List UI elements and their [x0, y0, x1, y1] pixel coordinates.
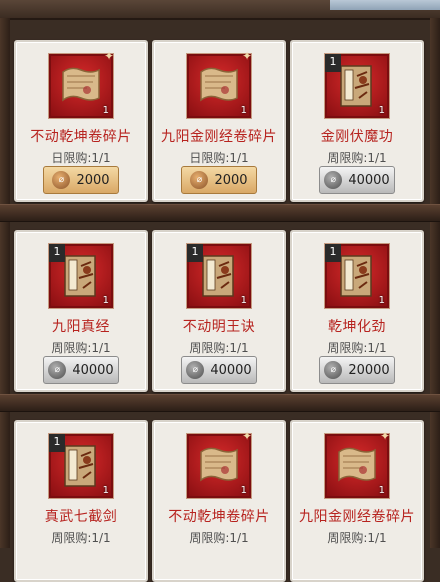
fragment-puzzle-icon: ✦: [380, 429, 391, 443]
shop-item-card[interactable]: 1 1 金刚伏魔功 周限购:1/1 ⌀ 40000: [290, 40, 424, 202]
shop-item-card[interactable]: ✦ 1 九阳金刚经卷碎片 日限购:1/1 ⌀ 2000: [152, 40, 286, 202]
scroll-fragment-icon: [200, 447, 238, 482]
shop-item-card[interactable]: ✦ 1 不动乾坤卷碎片 日限购:1/1 ⌀ 2000: [14, 40, 148, 202]
purchase-limit: 周限购:1/1: [327, 531, 387, 545]
buy-button[interactable]: ⌀ 2000: [181, 166, 257, 194]
fragment-puzzle-icon: ✦: [242, 429, 253, 443]
shop-item-card[interactable]: ✦ 1 九阳金刚经卷碎片 周限购:1/1: [290, 420, 424, 582]
item-icon-frame[interactable]: 11: [325, 54, 389, 118]
gold-coin-icon: ⌀: [190, 171, 209, 189]
item-icon-frame[interactable]: ✦ 1: [187, 430, 252, 498]
purchase-limit: 日限购:1/1: [189, 151, 249, 165]
top-frame: [0, 0, 440, 20]
item-icon-frame[interactable]: 11: [325, 244, 389, 308]
item-level-badge: 1: [187, 244, 203, 262]
buy-button[interactable]: ⌀ 40000: [43, 356, 119, 384]
scroll-fragment-icon: [200, 67, 238, 102]
item-name: 真武七截剑: [44, 509, 118, 525]
left-frame: [0, 18, 10, 548]
gold-coin-icon: ⌀: [52, 171, 71, 189]
item-quantity: 1: [240, 485, 247, 496]
item-quantity: 1: [102, 105, 109, 116]
item-quantity: 1: [378, 485, 385, 496]
price-value: 40000: [210, 362, 252, 378]
item-name: 不动乾坤卷碎片: [30, 129, 132, 145]
item-quantity: 1: [378, 295, 385, 306]
item-icon-frame[interactable]: ✦ 1: [325, 430, 390, 498]
item-quantity: 1: [240, 295, 247, 306]
right-frame: [430, 18, 440, 548]
purchase-limit: 周限购:1/1: [327, 151, 387, 165]
purchase-limit: 周限购:1/1: [51, 341, 111, 355]
fragment-puzzle-icon: ✦: [104, 49, 115, 63]
item-name: 乾坤化劲: [328, 319, 386, 335]
purchase-limit: 周限购:1/1: [327, 341, 387, 355]
price-value: 2000: [76, 172, 110, 188]
buy-button[interactable]: ⌀ 40000: [181, 356, 257, 384]
shelf-divider: [0, 204, 440, 222]
silver-coin-icon: ⌀: [324, 171, 343, 189]
item-quantity: 1: [378, 105, 385, 116]
scroll-fragment-icon: [62, 67, 100, 102]
price-value: 40000: [348, 172, 390, 188]
item-quantity: 1: [240, 105, 247, 116]
shop-item-card[interactable]: 1 1 真武七截剑 周限购:1/1: [14, 420, 148, 582]
shop-item-card[interactable]: 1 1 九阳真经 周限购:1/1 ⌀ 40000: [14, 230, 148, 392]
item-level-badge: 1: [49, 244, 65, 262]
buy-button[interactable]: ⌀ 40000: [319, 166, 395, 194]
price-value: 2000: [214, 172, 248, 188]
purchase-limit: 周限购:1/1: [189, 531, 249, 545]
shelf-divider: [0, 394, 440, 412]
item-level-badge: 1: [325, 244, 341, 262]
item-level-badge: 1: [49, 434, 65, 452]
buy-button[interactable]: ⌀ 20000: [319, 356, 395, 384]
item-icon-frame[interactable]: ✦ 1: [49, 50, 114, 118]
scroll-fragment-icon: [338, 447, 376, 482]
item-name: 九阳真经: [52, 319, 110, 335]
silver-coin-icon: ⌀: [324, 361, 343, 379]
item-name: 不动乾坤卷碎片: [168, 509, 270, 525]
buy-button[interactable]: ⌀ 2000: [43, 166, 119, 194]
item-name: 不动明王诀: [182, 319, 256, 335]
purchase-limit: 日限购:1/1: [51, 151, 111, 165]
shop-item-card[interactable]: 1 1 不动明王诀 周限购:1/1 ⌀ 40000: [152, 230, 286, 392]
price-value: 40000: [72, 362, 114, 378]
item-quantity: 1: [102, 295, 109, 306]
top-banner: [330, 0, 440, 10]
item-name: 九阳金刚经卷碎片: [299, 509, 415, 525]
item-quantity: 1: [102, 485, 109, 496]
item-name: 金刚伏魔功: [320, 129, 394, 145]
shop-item-card[interactable]: 1 1 乾坤化劲 周限购:1/1 ⌀ 20000: [290, 230, 424, 392]
fragment-puzzle-icon: ✦: [242, 49, 253, 63]
item-level-badge: 1: [325, 54, 341, 72]
item-icon-frame[interactable]: 11: [187, 244, 251, 308]
shop-item-card[interactable]: ✦ 1 不动乾坤卷碎片 周限购:1/1: [152, 420, 286, 582]
item-name: 九阳金刚经卷碎片: [161, 129, 277, 145]
item-icon-frame[interactable]: ✦ 1: [187, 50, 252, 118]
purchase-limit: 周限购:1/1: [189, 341, 249, 355]
silver-coin-icon: ⌀: [186, 361, 205, 379]
item-icon-frame[interactable]: 11: [49, 434, 113, 498]
price-value: 20000: [348, 362, 390, 378]
purchase-limit: 周限购:1/1: [51, 531, 111, 545]
item-icon-frame[interactable]: 11: [49, 244, 113, 308]
silver-coin-icon: ⌀: [48, 361, 67, 379]
